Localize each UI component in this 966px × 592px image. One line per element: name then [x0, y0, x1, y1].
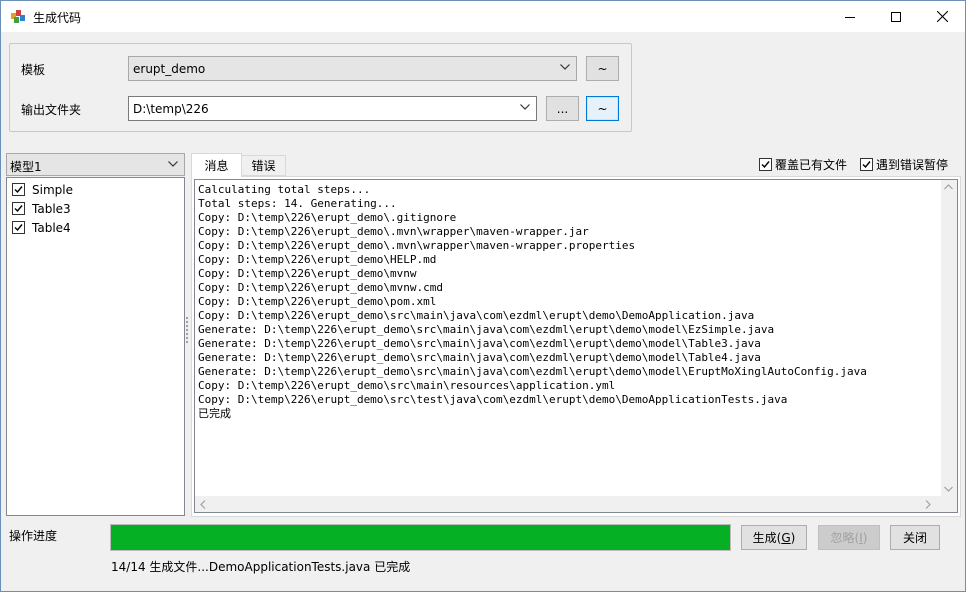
table-item-label: Table4 — [32, 220, 71, 235]
list-item[interactable]: Table4 — [12, 219, 71, 236]
tab-errors[interactable]: 错误 — [241, 155, 286, 176]
scroll-down-icon[interactable] — [944, 486, 953, 492]
generate-label-end: ) — [790, 530, 796, 545]
template-combo[interactable]: erupt_demo — [128, 56, 577, 81]
log-line: Copy: D:\temp\226\erupt_demo\.mvn\wrappe… — [198, 239, 636, 252]
minimize-icon — [845, 16, 855, 18]
close-icon — [936, 11, 948, 22]
checkmark-icon — [14, 205, 23, 213]
model-combo[interactable]: 模型1 — [6, 153, 185, 176]
ignore-label: 忽略( — [830, 531, 860, 545]
checkmark-icon — [761, 161, 770, 169]
log-line: Copy: D:\temp\226\erupt_demo\mvnw.cmd — [198, 281, 444, 294]
horizontal-scrollbar[interactable] — [194, 496, 958, 513]
overwrite-label: 覆盖已有文件 — [775, 158, 848, 172]
checkmark-icon — [862, 161, 871, 169]
window-title: 生成代码 — [33, 11, 82, 25]
ignore-label-end: ) — [862, 530, 868, 545]
template-combo-value: erupt_demo — [133, 62, 206, 76]
chevron-down-icon — [520, 104, 530, 110]
overwrite-checkbox[interactable] — [759, 158, 772, 171]
pause-on-error-checkbox[interactable] — [860, 158, 873, 171]
title-bar[interactable]: 生成代码 — [1, 1, 965, 32]
overwrite-option[interactable]: 覆盖已有文件 — [759, 156, 847, 173]
scroll-right-icon[interactable] — [925, 500, 931, 509]
log-line: Copy: D:\temp\226\erupt_demo\mvnw — [198, 267, 417, 280]
list-item[interactable]: Simple — [12, 181, 73, 198]
log-line: Calculating total steps... — [198, 183, 371, 196]
log-line: Copy: D:\temp\226\erupt_demo\src\main\re… — [198, 379, 616, 392]
output-folder-combo[interactable]: D:\temp\226 — [128, 96, 537, 121]
scroll-left-icon[interactable] — [200, 500, 206, 509]
table-checkbox[interactable] — [12, 202, 25, 215]
chevron-down-icon — [560, 64, 570, 70]
log-line: Generate: D:\temp\226\erupt_demo\src\mai… — [198, 351, 761, 364]
close-window-button[interactable] — [919, 1, 965, 32]
status-text: 14/14 生成文件...DemoApplicationTests.java 已… — [111, 560, 411, 574]
log-line: Copy: D:\temp\226\erupt_demo\pom.xml — [198, 295, 437, 308]
splitter-handle[interactable] — [186, 317, 189, 347]
checkmark-icon — [14, 186, 23, 194]
log-line: Total steps: 14. Generating... — [198, 197, 397, 210]
progress-label: 操作进度 — [9, 529, 58, 543]
generate-button[interactable]: 生成(G) — [741, 525, 807, 550]
output-folder-label: 输出文件夹 — [21, 103, 82, 117]
pause-on-error-label: 遇到错误暂停 — [876, 158, 949, 172]
close-button[interactable]: 关闭 — [890, 525, 940, 550]
log-line: 已完成 — [198, 407, 231, 420]
browse-folder-button[interactable]: ... — [546, 96, 579, 121]
template-label: 模板 — [21, 63, 46, 77]
generate-label: 生成( — [752, 531, 782, 545]
maximize-button[interactable] — [873, 1, 919, 32]
table-item-label: Simple — [32, 182, 73, 197]
message-log[interactable]: Calculating total steps... Total steps: 1… — [194, 179, 942, 497]
maximize-icon — [891, 11, 901, 22]
log-line: Copy: D:\temp\226\erupt_demo\HELP.md — [198, 253, 437, 266]
model-combo-value: 模型1 — [10, 160, 42, 174]
log-line: Copy: D:\temp\226\erupt_demo\.mvn\wrappe… — [198, 225, 589, 238]
template-option-button[interactable]: ~ — [586, 56, 619, 81]
progress-fill — [111, 525, 730, 550]
log-line: Copy: D:\temp\226\erupt_demo\src\main\ja… — [198, 309, 755, 322]
log-text: Calculating total steps... Total steps: 1… — [198, 183, 867, 421]
minimize-button[interactable] — [827, 1, 873, 32]
pause-on-error-option[interactable]: 遇到错误暂停 — [860, 156, 948, 173]
table-item-label: Table3 — [32, 201, 71, 216]
log-line: Copy: D:\temp\226\erupt_demo\src\test\ja… — [198, 393, 788, 406]
log-line: Generate: D:\temp\226\erupt_demo\src\mai… — [198, 365, 867, 378]
ignore-button[interactable]: 忽略(I) — [818, 525, 880, 550]
table-checkbox[interactable] — [12, 221, 25, 234]
generate-hotkey: G — [781, 530, 791, 545]
progress-bar — [110, 524, 731, 551]
vertical-scrollbar[interactable] — [941, 179, 958, 497]
log-line: Generate: D:\temp\226\erupt_demo\src\mai… — [198, 337, 761, 350]
scroll-up-icon[interactable] — [944, 184, 953, 190]
checkmark-icon — [14, 224, 23, 232]
output-folder-value: D:\temp\226 — [133, 102, 209, 116]
log-line: Copy: D:\temp\226\erupt_demo\.gitignore — [198, 211, 457, 224]
chevron-down-icon — [168, 161, 178, 167]
table-checkbox[interactable] — [12, 183, 25, 196]
generate-code-window: 生成代码 模板 erupt_demo ~ 输出文件夹 D:\temp\226 .… — [0, 0, 966, 592]
log-line: Generate: D:\temp\226\erupt_demo\src\mai… — [198, 323, 775, 336]
list-item[interactable]: Table3 — [12, 200, 71, 217]
model-table-list[interactable]: Simple Table3 Table4 — [6, 177, 185, 516]
output-option-button[interactable]: ~ — [586, 96, 619, 121]
app-icon — [11, 10, 25, 23]
tab-messages[interactable]: 消息 — [191, 153, 242, 177]
